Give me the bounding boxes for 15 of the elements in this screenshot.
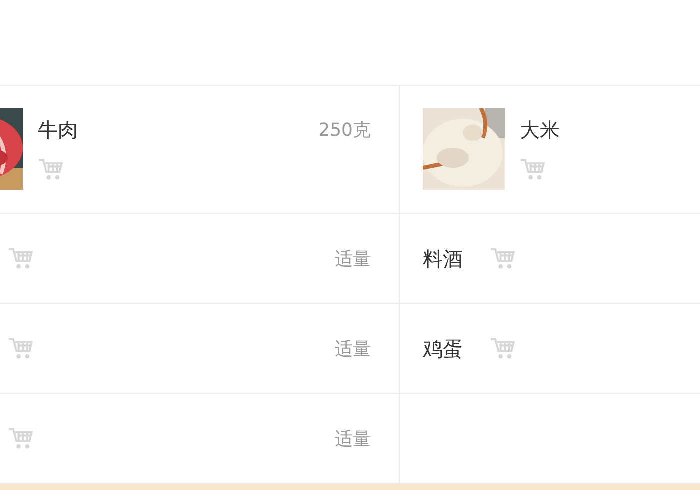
ingredient-name: 鸡蛋 <box>423 336 463 360</box>
cart-icon[interactable] <box>490 336 516 360</box>
cart-icon[interactable] <box>8 426 34 450</box>
ingredient-amount: 适量 <box>335 248 371 270</box>
cart-icon[interactable] <box>8 336 34 360</box>
ingredient-amount: 250克 <box>318 119 371 142</box>
cart-icon[interactable] <box>490 246 516 270</box>
ingredient-amount: 适量 <box>335 338 371 360</box>
ingredient-name: 料酒 <box>423 246 463 270</box>
cart-icon[interactable] <box>520 158 546 182</box>
ingredient-name: 牛肉 <box>38 117 78 144</box>
ingredient-amount: 适量 <box>335 428 371 450</box>
cart-icon[interactable] <box>38 158 64 182</box>
cart-icon[interactable] <box>8 246 34 270</box>
ingredient-name: 大米 <box>520 117 560 144</box>
